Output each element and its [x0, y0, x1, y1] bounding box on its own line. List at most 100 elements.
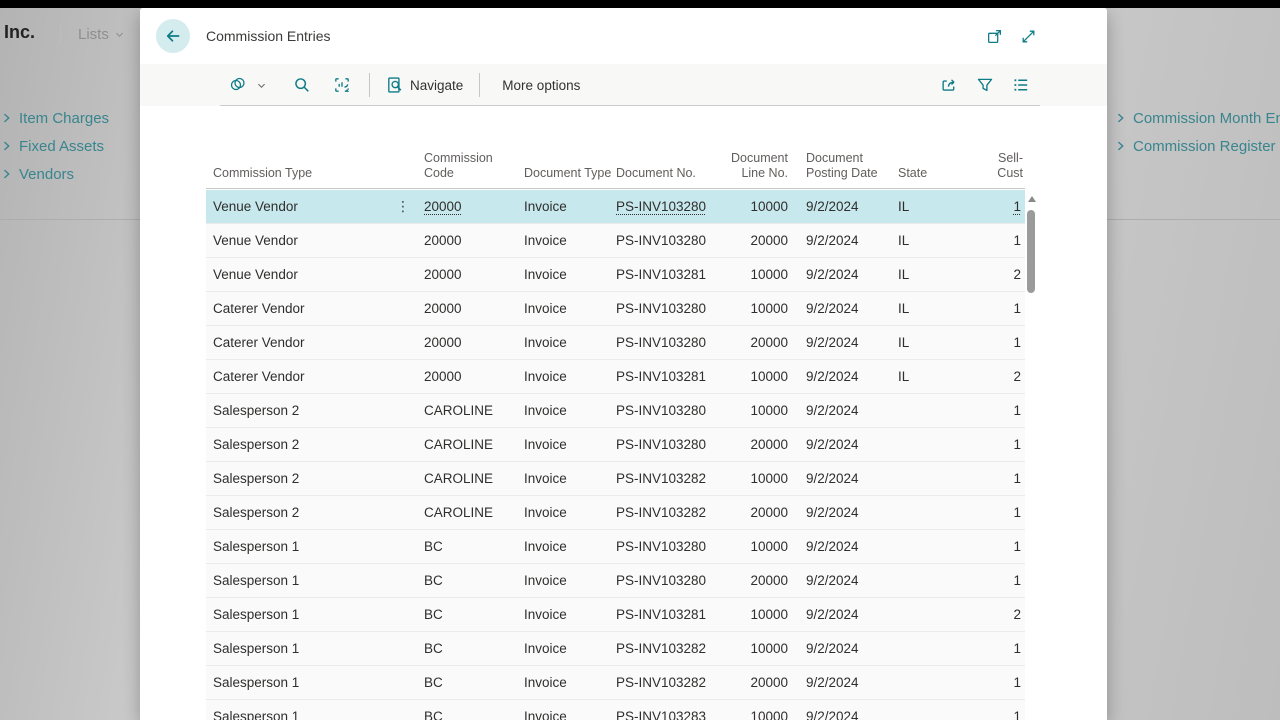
cell-doc_type[interactable]: Invoice [524, 666, 616, 699]
cell-cust[interactable]: 1 [984, 632, 1025, 665]
cell-doc_type[interactable]: Invoice [524, 224, 616, 257]
cell-doc_no[interactable]: PS-INV103280 [616, 190, 728, 223]
open-in-new-window-icon[interactable] [986, 28, 1003, 45]
cell-doc_no[interactable]: PS-INV103280 [616, 394, 728, 427]
cell-code[interactable]: 20000 [424, 224, 524, 257]
table-row[interactable]: Salesperson 2CAROLINEInvoicePS-INV103280… [206, 394, 1025, 428]
cell-code[interactable]: BC [424, 598, 524, 631]
search-icon[interactable] [285, 72, 319, 98]
column-header-document-posting-date[interactable]: Document Posting Date [788, 151, 892, 188]
chevron-down-icon[interactable] [256, 76, 275, 95]
cell-line_no[interactable]: 20000 [728, 564, 788, 597]
cell-line_no[interactable]: 10000 [728, 190, 788, 223]
cell-cust[interactable]: 1 [984, 700, 1025, 720]
cell-doc_no[interactable]: PS-INV103281 [616, 360, 728, 393]
cell-doc_type[interactable]: Invoice [524, 564, 616, 597]
cell-line_no[interactable]: 10000 [728, 598, 788, 631]
table-row[interactable]: Salesperson 2CAROLINEInvoicePS-INV103280… [206, 428, 1025, 462]
table-row[interactable]: Caterer Vendor20000InvoicePS-INV10328010… [206, 292, 1025, 326]
cell-doc_type[interactable]: Invoice [524, 360, 616, 393]
cell-doc_no[interactable]: PS-INV103280 [616, 428, 728, 461]
expand-icon[interactable] [1020, 28, 1037, 45]
bg-link-commission-month[interactable]: Commission Month End [1116, 104, 1280, 132]
column-header-commission-code[interactable]: Commission Code [424, 151, 524, 188]
table-row[interactable]: Salesperson 2CAROLINEInvoicePS-INV103282… [206, 462, 1025, 496]
cell-code[interactable]: BC [424, 666, 524, 699]
cell-cust[interactable]: 1 [984, 496, 1025, 529]
cell-line_no[interactable]: 10000 [728, 292, 788, 325]
more-options-button[interactable]: More options [502, 78, 580, 93]
cell-type[interactable]: Salesperson 1 [206, 632, 424, 665]
cell-state[interactable] [892, 632, 984, 665]
cell-code[interactable]: CAROLINE [424, 428, 524, 461]
cell-doc_no[interactable]: PS-INV103280 [616, 564, 728, 597]
cell-state[interactable] [892, 462, 984, 495]
column-header-document-line-no[interactable]: Document Line No. [728, 151, 788, 188]
bg-link-commission-register[interactable]: Commission Register [1116, 132, 1280, 160]
cell-cust[interactable]: 2 [984, 258, 1025, 291]
back-button[interactable] [156, 19, 190, 53]
cell-doc_type[interactable]: Invoice [524, 428, 616, 461]
table-row[interactable]: Salesperson 1BCInvoicePS-INV103283100009… [206, 700, 1025, 720]
cell-cust[interactable]: 1 [984, 530, 1025, 563]
cell-date[interactable]: 9/2/2024 [788, 530, 892, 563]
cell-doc_type[interactable]: Invoice [524, 394, 616, 427]
cell-code[interactable]: 20000 [424, 258, 524, 291]
cell-doc_type[interactable]: Invoice [524, 496, 616, 529]
cell-line_no[interactable]: 10000 [728, 462, 788, 495]
cell-doc_type[interactable]: Invoice [524, 462, 616, 495]
cell-doc_type[interactable]: Invoice [524, 632, 616, 665]
cell-date[interactable]: 9/2/2024 [788, 360, 892, 393]
cell-doc_no[interactable]: PS-INV103282 [616, 666, 728, 699]
cell-date[interactable]: 9/2/2024 [788, 666, 892, 699]
cell-doc_no[interactable]: PS-INV103281 [616, 598, 728, 631]
cell-state[interactable] [892, 530, 984, 563]
table-row[interactable]: Caterer Vendor20000InvoicePS-INV10328020… [206, 326, 1025, 360]
cell-line_no[interactable]: 20000 [728, 496, 788, 529]
cell-date[interactable]: 9/2/2024 [788, 394, 892, 427]
cell-code[interactable]: 20000 [424, 326, 524, 359]
cell-doc_type[interactable]: Invoice [524, 258, 616, 291]
share-icon[interactable] [940, 76, 958, 94]
column-header-document-no[interactable]: Document No. [616, 166, 728, 188]
cell-type[interactable]: Salesperson 1 [206, 530, 424, 563]
cell-doc_type[interactable]: Invoice [524, 326, 616, 359]
cell-code[interactable]: CAROLINE [424, 496, 524, 529]
cell-doc_type[interactable]: Invoice [524, 190, 616, 223]
filter-icon[interactable] [976, 76, 994, 94]
row-actions-ellipsis-icon[interactable]: ⋮ [396, 190, 410, 223]
cell-doc_no[interactable]: PS-INV103280 [616, 326, 728, 359]
cell-code[interactable]: BC [424, 700, 524, 720]
cell-state[interactable]: IL [892, 224, 984, 257]
cell-state[interactable] [892, 564, 984, 597]
cell-cust[interactable]: 1 [984, 394, 1025, 427]
lists-menu[interactable]: Lists [78, 26, 125, 43]
cell-date[interactable]: 9/2/2024 [788, 564, 892, 597]
cell-doc_type[interactable]: Invoice [524, 530, 616, 563]
cell-line_no[interactable]: 10000 [728, 258, 788, 291]
cell-type[interactable]: Venue Vendor [206, 258, 424, 291]
navigate-button[interactable]: Navigate [380, 72, 469, 98]
cell-state[interactable] [892, 666, 984, 699]
cell-code[interactable]: 20000 [424, 190, 524, 223]
list-view-icon[interactable] [1012, 76, 1030, 94]
cell-cust[interactable]: 1 [984, 292, 1025, 325]
cell-cust[interactable]: 1 [984, 190, 1025, 223]
cell-state[interactable] [892, 496, 984, 529]
cell-date[interactable]: 9/2/2024 [788, 496, 892, 529]
cell-line_no[interactable]: 10000 [728, 394, 788, 427]
cell-type[interactable]: Salesperson 1 [206, 598, 424, 631]
cell-type[interactable]: Caterer Vendor [206, 326, 424, 359]
cell-code[interactable]: CAROLINE [424, 394, 524, 427]
cell-cust[interactable]: 1 [984, 326, 1025, 359]
cell-type[interactable]: Salesperson 2 [206, 462, 424, 495]
cell-date[interactable]: 9/2/2024 [788, 190, 892, 223]
column-header-document-type[interactable]: Document Type [524, 166, 616, 188]
table-row[interactable]: Salesperson 1BCInvoicePS-INV103280100009… [206, 530, 1025, 564]
scroll-up-arrow-icon[interactable] [1028, 196, 1036, 202]
cell-doc_no[interactable]: PS-INV103283 [616, 700, 728, 720]
cell-doc_no[interactable]: PS-INV103280 [616, 224, 728, 257]
cell-state[interactable] [892, 700, 984, 720]
cell-cust[interactable]: 2 [984, 360, 1025, 393]
cell-cust[interactable]: 1 [984, 666, 1025, 699]
